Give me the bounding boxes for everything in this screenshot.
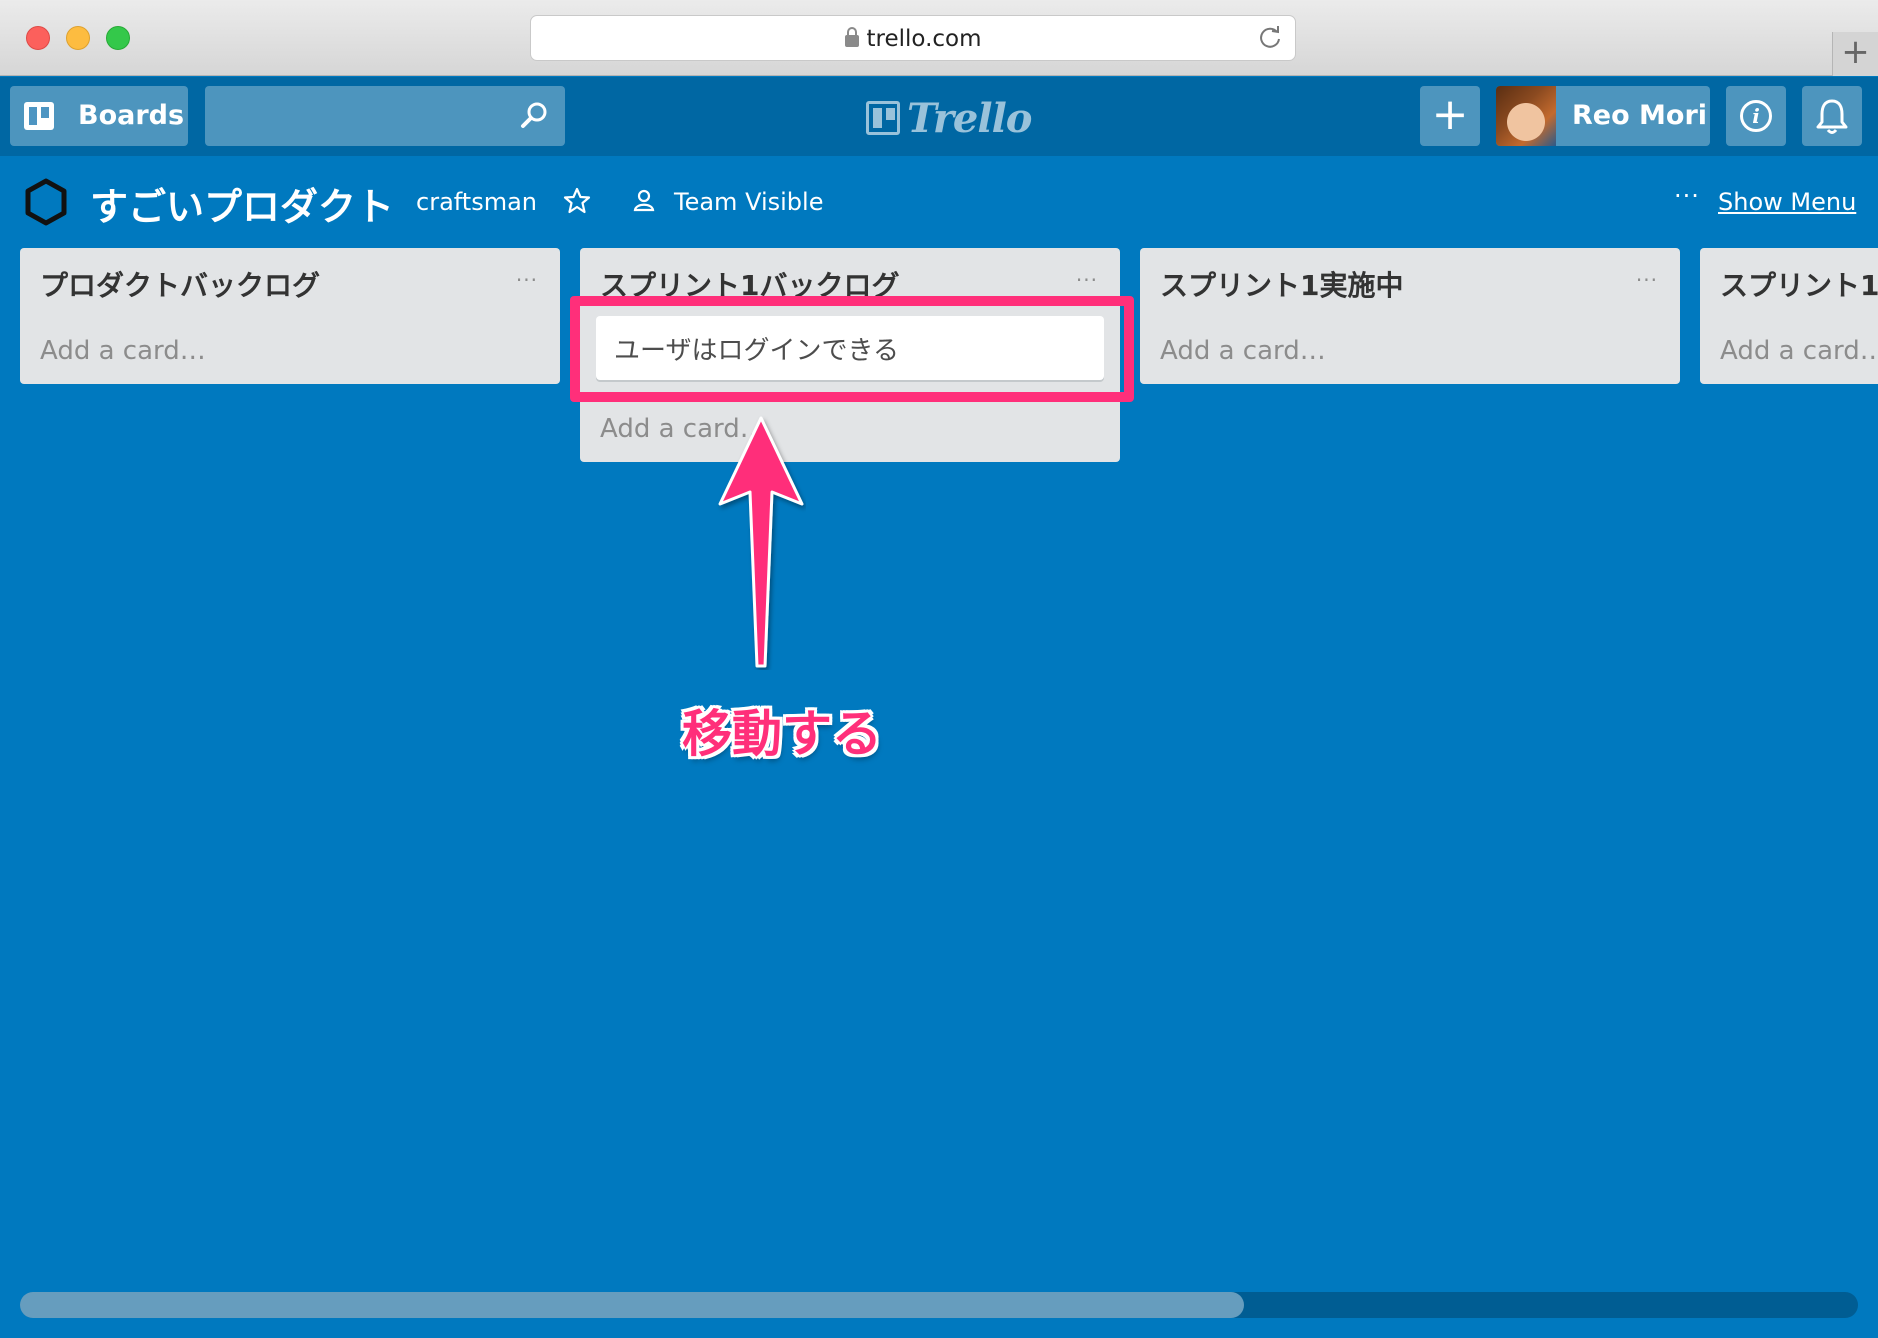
annotation-arrow-icon [718,416,804,668]
url-display: trello.com [531,26,1295,52]
address-bar[interactable]: trello.com [530,15,1296,61]
lock-icon [844,27,859,47]
reload-icon[interactable] [1257,24,1283,50]
bell-icon [1816,99,1848,134]
boards-label: Boards [78,100,185,131]
plus-icon[interactable]: + [1420,86,1480,146]
list-title[interactable]: スプリント1実施中 [1160,264,1403,304]
list-title[interactable]: スプリント1完了 [1720,264,1878,304]
visibility-button[interactable]: Team Visible [674,188,823,216]
info-button[interactable]: i [1726,86,1786,146]
show-menu-link[interactable]: Show Menu [1718,188,1856,216]
minimize-window-button[interactable] [66,26,90,50]
annotation-label: 移動する [682,705,882,763]
close-window-button[interactable] [26,26,50,50]
maximize-window-button[interactable] [106,26,130,50]
boards-icon [24,102,54,130]
board-title[interactable]: すごいプロダクト [90,176,394,231]
trello-logo-icon [866,101,900,135]
browser-toolbar: trello.com + [0,0,1878,76]
star-icon[interactable] [562,186,592,216]
url-text: trello.com [866,26,982,52]
add-card-button[interactable]: Add a card… [1720,336,1878,366]
list-menu-button[interactable]: ··· [1636,268,1658,292]
avatar [1496,86,1556,146]
list-sprint1-done: スプリント1完了 Add a card… [1700,248,1878,384]
more-icon[interactable]: ··· [1674,182,1700,210]
trello-logo-text: Trello [907,95,1032,142]
info-icon: i [1740,100,1772,132]
team-icon [633,189,655,212]
trello-logo[interactable]: Trello [863,95,1032,142]
hexagon-icon [25,178,67,226]
board-scrollbar[interactable] [20,1292,1858,1318]
user-name: Reo Mori [1572,100,1708,131]
list-menu-button[interactable]: ··· [516,268,538,292]
new-tab-button[interactable]: + [1832,32,1878,76]
scrollbar-thumb[interactable] [20,1292,1244,1318]
member-menu-button[interactable]: Reo Mori [1496,86,1710,146]
list-product-backlog: プロダクトバックログ ··· Add a card… [20,248,560,384]
search-icon[interactable] [519,100,549,130]
boards-button[interactable]: Boards [10,86,188,146]
add-card-button[interactable]: Add a card… [1160,336,1326,366]
add-card-button[interactable]: Add a card… [40,336,206,366]
list-sprint1-in-progress: スプリント1実施中 ··· Add a card… [1140,248,1680,384]
app-header: Boards Trello + Reo Mori i [0,77,1878,156]
list-menu-button[interactable]: ··· [1076,268,1098,292]
board-team[interactable]: craftsman [416,188,537,216]
annotation-highlight-box [570,296,1134,402]
notifications-button[interactable] [1802,86,1862,146]
list-title[interactable]: プロダクトバックログ [40,264,320,304]
search-input[interactable] [205,86,565,146]
list-clip: スプリント1完了 Add a card… [1700,248,1878,384]
